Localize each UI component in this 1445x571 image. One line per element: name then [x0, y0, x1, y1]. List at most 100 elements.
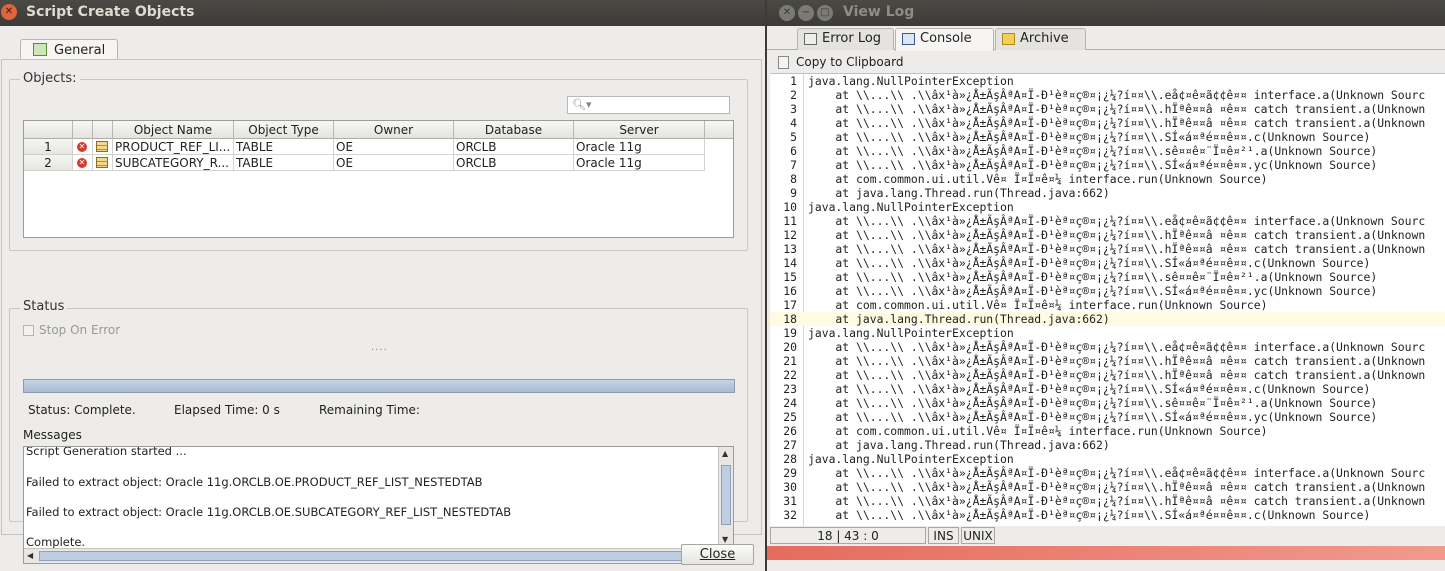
scroll-up-icon[interactable]: ▲: [722, 449, 728, 458]
minimize-window-icon[interactable]: −: [798, 5, 814, 21]
table-row[interactable]: 2 ✕ SUBCATEGORY_R... TABLE OE ORCLB Orac…: [24, 155, 733, 171]
row-type-cell: [93, 139, 113, 155]
line-number: 9: [790, 186, 797, 200]
console-icon: [902, 33, 915, 45]
close-window-icon[interactable]: ✕: [779, 5, 795, 21]
row-type-cell: [93, 155, 113, 171]
line-number: 32: [783, 508, 797, 522]
copy-label: Copy to Clipboard: [796, 55, 904, 69]
title-bar: ✕ Script Create Objects: [0, 0, 765, 26]
col-header-status[interactable]: [73, 121, 93, 139]
line-number: 20: [783, 340, 797, 354]
console-line: 18 at java.lang.Thread.run(Thread.java:6…: [770, 312, 1445, 326]
console-line: 23 at \\...\\ .\\âx¹à»¿Å±ÃşÂªA¤Ï-Ð¹èª¤ç®…: [770, 382, 1445, 396]
console-line: 12 at \\...\\ .\\âx¹à»¿Å±ÃşÂªA¤Ï-Ð¹èª¤ç®…: [770, 228, 1445, 242]
line-text: at \\...\\ .\\âx¹à»¿Å±ÃşÂªA¤Ï-Ð¹èª¤ç®¤¡¿…: [808, 284, 1378, 298]
line-text: java.lang.NullPointerException: [808, 326, 1014, 340]
console-line: 30 at \\...\\ .\\âx¹à»¿Å±ÃşÂªA¤Ï-Ð¹èª¤ç®…: [770, 480, 1445, 494]
scroll-thumb[interactable]: [721, 465, 731, 525]
line-text: at \\...\\ .\\âx¹à»¿Å±ÃşÂªA¤Ï-Ð¹èª¤ç®¤¡¿…: [808, 354, 1426, 368]
tab-label: Error Log: [822, 31, 882, 46]
horizontal-scrollbar[interactable]: ◀ ▶: [24, 548, 733, 563]
table-row[interactable]: 1 ✕ PRODUCT_REF_LI... TABLE OE ORCLB Ora…: [24, 139, 733, 155]
line-text: at com.common.ui.util.Vê¤ Ï¤Ï¤ê¤¼ interf…: [808, 172, 1268, 186]
col-header-database[interactable]: Database: [454, 121, 574, 139]
scroll-left-icon[interactable]: ◀: [27, 551, 33, 560]
message-line: Failed to extract object: Oracle 11g.ORC…: [26, 475, 483, 489]
line-number: 22: [783, 368, 797, 382]
line-text: at \\...\\ .\\âx¹à»¿Å±ÃşÂªA¤Ï-Ð¹èª¤ç®¤¡¿…: [808, 214, 1426, 228]
scroll-down-icon[interactable]: ▼: [722, 535, 728, 544]
line-text: at \\...\\ .\\âx¹à»¿Å±ÃşÂªA¤Ï-Ð¹èª¤ç®¤¡¿…: [808, 88, 1426, 102]
server-cell: Oracle 11g: [574, 155, 705, 171]
close-button[interactable]: Close: [681, 544, 754, 565]
database-cell: ORCLB: [454, 155, 574, 171]
line-number: 27: [783, 438, 797, 452]
tab-strip: General: [0, 26, 765, 61]
progress-strip: [767, 546, 1445, 560]
copy-to-clipboard-button[interactable]: Copy to Clipboard: [767, 51, 1445, 73]
line-text: at \\...\\ .\\âx¹à»¿Å±ÃşÂªA¤Ï-Ð¹èª¤ç®¤¡¿…: [808, 270, 1378, 284]
line-text: java.lang.NullPointerException: [808, 452, 1014, 466]
console-output[interactable]: 1 java.lang.NullPointerException 2 at \\..…: [770, 73, 1445, 526]
line-number: 3: [790, 102, 797, 116]
line-number: 25: [783, 410, 797, 424]
general-panel: Objects: 🔍︎▾ Object Name Object Type Own…: [1, 59, 762, 564]
line-text: at \\...\\ .\\âx¹à»¿Å±ÃşÂªA¤Ï-Ð¹èª¤ç®¤¡¿…: [808, 340, 1426, 354]
line-text: at \\...\\ .\\âx¹à»¿Å±ÃşÂªA¤Ï-Ð¹èª¤ç®¤¡¿…: [808, 116, 1426, 130]
tab-archive[interactable]: Archive: [995, 28, 1086, 50]
tab-label: Console: [920, 31, 972, 46]
objects-table: Object Name Object Type Owner Database S…: [23, 120, 734, 238]
table-icon: [96, 157, 108, 168]
line-text: at com.common.ui.util.Vê¤ Ï¤Ï¤ê¤¼ interf…: [808, 424, 1268, 438]
console-line: 9 at java.lang.Thread.run(Thread.java:66…: [770, 186, 1445, 200]
vertical-scrollbar[interactable]: ▲ ▼: [718, 447, 733, 549]
console-line: 5 at \\...\\ .\\âx¹à»¿Å±ÃşÂªA¤Ï-Ð¹èª¤ç®¤…: [770, 130, 1445, 144]
tab-label: Archive: [1020, 31, 1069, 46]
tab-general-label: General: [54, 43, 106, 58]
maximize-window-icon[interactable]: □: [817, 5, 833, 21]
line-text: at \\...\\ .\\âx¹à»¿Å±ÃşÂªA¤Ï-Ð¹èª¤ç®¤¡¿…: [808, 396, 1378, 410]
table-header: Object Name Object Type Owner Database S…: [24, 121, 733, 139]
console-line: 16 at \\...\\ .\\âx¹à»¿Å±ÃşÂªA¤Ï-Ð¹èª¤ç®…: [770, 284, 1445, 298]
line-text: at \\...\\ .\\âx¹à»¿Å±ÃşÂªA¤Ï-Ð¹èª¤ç®¤¡¿…: [808, 368, 1426, 382]
line-ending: UNIX: [961, 527, 995, 544]
line-text: at \\...\\ .\\âx¹à»¿Å±ÃşÂªA¤Ï-Ð¹èª¤ç®¤¡¿…: [808, 480, 1426, 494]
line-number: 23: [783, 382, 797, 396]
line-text: at \\...\\ .\\âx¹à»¿Å±ÃşÂªA¤Ï-Ð¹èª¤ç®¤¡¿…: [808, 382, 1371, 396]
col-header-index[interactable]: [24, 121, 73, 139]
line-text: at java.lang.Thread.run(Thread.java:662): [808, 186, 1110, 200]
tab-general[interactable]: General: [20, 39, 118, 61]
close-window-icon[interactable]: ✕: [1, 4, 17, 20]
window-bottom: [767, 560, 1445, 571]
elapsed-time-text: Elapsed Time: 0 s: [174, 403, 280, 417]
tab-error-log[interactable]: Error Log: [797, 28, 894, 50]
object-type-cell: TABLE: [234, 155, 334, 171]
messages-log[interactable]: Script Generation started ... Failed to …: [23, 446, 734, 564]
scroll-thumb[interactable]: [39, 551, 709, 561]
col-header-object-name[interactable]: Object Name: [113, 121, 234, 139]
line-number: 30: [783, 480, 797, 494]
line-text: at java.lang.Thread.run(Thread.java:662): [808, 438, 1110, 452]
line-number: 31: [783, 494, 797, 508]
line-number: 18: [783, 312, 797, 326]
col-header-server[interactable]: Server: [574, 121, 705, 139]
col-header-owner[interactable]: Owner: [334, 121, 454, 139]
console-line: 6 at \\...\\ .\\âx¹à»¿Å±ÃşÂªA¤Ï-Ð¹èª¤ç®¤…: [770, 144, 1445, 158]
col-header-type-icon[interactable]: [93, 121, 113, 139]
progress-bar: [23, 379, 735, 393]
line-text: at \\...\\ .\\âx¹à»¿Å±ÃşÂªA¤Ï-Ð¹èª¤ç®¤¡¿…: [808, 242, 1426, 256]
console-line: 8 at com.common.ui.util.Vê¤ Ï¤Ï¤ê¤¼ inte…: [770, 172, 1445, 186]
col-header-object-type[interactable]: Object Type: [234, 121, 334, 139]
console-line: 10 java.lang.NullPointerException: [770, 200, 1445, 214]
owner-cell: OE: [334, 139, 454, 155]
console-line: 17 at com.common.ui.util.Vê¤ Ï¤Ï¤ê¤¼ int…: [770, 298, 1445, 312]
tab-console[interactable]: Console: [895, 28, 994, 51]
line-number: 28: [783, 452, 797, 466]
messages-label: Messages: [23, 428, 82, 442]
line-text: java.lang.NullPointerException: [808, 74, 1014, 88]
message-line: Failed to extract object: Oracle 11g.ORC…: [26, 505, 512, 519]
console-line: 4 at \\...\\ .\\âx¹à»¿Å±ÃşÂªA¤Ï-Ð¹èª¤ç®¤…: [770, 116, 1445, 130]
search-input[interactable]: 🔍︎▾: [567, 96, 730, 114]
console-line: 2 at \\...\\ .\\âx¹à»¿Å±ÃşÂªA¤Ï-Ð¹èª¤ç®¤…: [770, 88, 1445, 102]
